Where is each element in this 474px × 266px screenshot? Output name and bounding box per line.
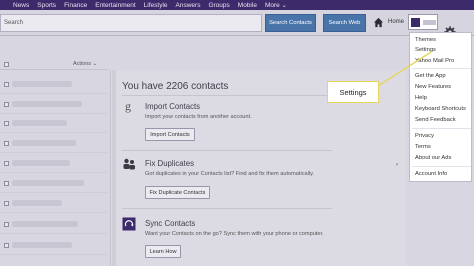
sync-icon — [122, 217, 136, 231]
menu-divider — [412, 166, 471, 167]
actions-menu[interactable]: Actions ⌄ — [73, 61, 97, 67]
profile-button[interactable] — [408, 14, 438, 30]
search-contacts-button[interactable]: Search Contacts — [265, 14, 316, 32]
menu-item-help[interactable]: Help — [415, 95, 427, 101]
menu-item-send-feedback[interactable]: Send Feedback — [415, 117, 456, 123]
section-divider — [122, 150, 332, 151]
menu-item-themes[interactable]: Themes — [415, 37, 436, 43]
row-divider — [0, 113, 108, 114]
row-divider — [0, 93, 108, 94]
google-icon: g — [125, 99, 131, 113]
settings-callout: Settings — [327, 81, 379, 103]
row-divider — [0, 132, 108, 133]
row-checkbox[interactable] — [4, 222, 9, 227]
row-divider — [0, 254, 108, 255]
nav-entertainment[interactable]: Entertainment — [95, 2, 135, 9]
row-checkbox[interactable] — [4, 201, 9, 206]
top-nav: News Sports Finance Entertainment Lifest… — [0, 0, 474, 10]
search-web-button[interactable]: Search Web — [323, 14, 366, 32]
row-divider — [0, 212, 108, 213]
people-icon — [123, 158, 135, 170]
menu-item-get-app[interactable]: Get the App — [415, 73, 446, 79]
list-item[interactable] — [12, 242, 72, 248]
section-divider — [122, 208, 332, 209]
menu-item-about-ads[interactable]: About our Ads — [415, 155, 451, 161]
row-checkbox[interactable] — [4, 121, 9, 126]
list-item[interactable] — [12, 200, 62, 206]
menu-item-account-info[interactable]: Account Info — [415, 171, 447, 177]
list-item[interactable] — [12, 221, 78, 227]
nav-news[interactable]: News — [13, 2, 29, 9]
row-checkbox[interactable] — [4, 181, 9, 186]
list-item[interactable] — [12, 81, 72, 87]
import-contacts-description: Import your contacts from another accoun… — [145, 114, 252, 120]
learn-how-button[interactable]: Learn How — [145, 245, 181, 258]
search-input[interactable]: Search — [0, 14, 262, 32]
menu-divider — [412, 128, 471, 129]
row-checkbox[interactable] — [4, 82, 9, 87]
section-divider — [122, 95, 332, 96]
chevron-right-icon[interactable]: › — [396, 162, 398, 168]
sync-contacts-title: Sync Contacts — [145, 219, 196, 228]
nav-more[interactable]: More ⌄ — [265, 1, 287, 9]
row-divider — [0, 172, 108, 173]
fix-duplicates-description: Got duplicates in your Contacts list? Fi… — [145, 171, 315, 177]
nav-sports[interactable]: Sports — [37, 2, 56, 9]
settings-dropdown-menu: Themes Settings Yahoo Mail Pro Get the A… — [409, 32, 472, 182]
nav-lifestyle[interactable]: Lifestyle — [144, 2, 168, 9]
nav-finance[interactable]: Finance — [64, 2, 87, 9]
menu-item-keyboard-shortcuts[interactable]: Keyboard Shortcuts — [415, 106, 466, 112]
scrollbar[interactable] — [112, 70, 116, 266]
row-checkbox[interactable] — [4, 141, 9, 146]
row-checkbox[interactable] — [4, 243, 9, 248]
menu-item-terms[interactable]: Terms — [415, 144, 431, 150]
sync-contacts-description: Want your Contacts on the go? Sync them … — [145, 231, 324, 237]
avatar — [411, 18, 420, 27]
row-divider — [0, 233, 108, 234]
import-contacts-title: Import Contacts — [145, 102, 201, 111]
home-label[interactable]: Home — [388, 19, 404, 25]
menu-divider — [412, 68, 471, 69]
select-all-checkbox[interactable] — [4, 62, 9, 67]
fix-duplicates-title: Fix Duplicates — [145, 159, 194, 168]
list-item[interactable] — [12, 180, 84, 186]
list-item[interactable] — [12, 160, 70, 166]
menu-item-privacy[interactable]: Privacy — [415, 133, 434, 139]
list-item[interactable] — [12, 120, 67, 126]
redacted-username — [423, 20, 436, 25]
nav-mobile[interactable]: Mobile — [238, 2, 257, 9]
row-divider — [0, 192, 108, 193]
fix-duplicates-button[interactable]: Fix Duplicate Contacts — [145, 186, 210, 199]
search-bar-row: Search Search Contacts Search Web Home — [0, 10, 474, 38]
list-item[interactable] — [12, 101, 82, 107]
row-checkbox[interactable] — [4, 161, 9, 166]
row-divider — [0, 152, 108, 153]
menu-item-mail-pro[interactable]: Yahoo Mail Pro — [415, 58, 454, 64]
menu-item-new-features[interactable]: New Features — [415, 84, 451, 90]
nav-answers[interactable]: Answers — [176, 2, 201, 9]
nav-groups[interactable]: Groups — [208, 2, 229, 9]
svg-text:g: g — [125, 99, 131, 113]
row-checkbox[interactable] — [4, 102, 9, 107]
menu-item-settings[interactable]: Settings — [415, 47, 436, 53]
import-contacts-button[interactable]: Import Contacts — [145, 128, 195, 141]
page-title: You have 2206 contacts — [122, 81, 229, 92]
home-icon[interactable] — [373, 17, 384, 28]
list-item[interactable] — [12, 140, 76, 146]
